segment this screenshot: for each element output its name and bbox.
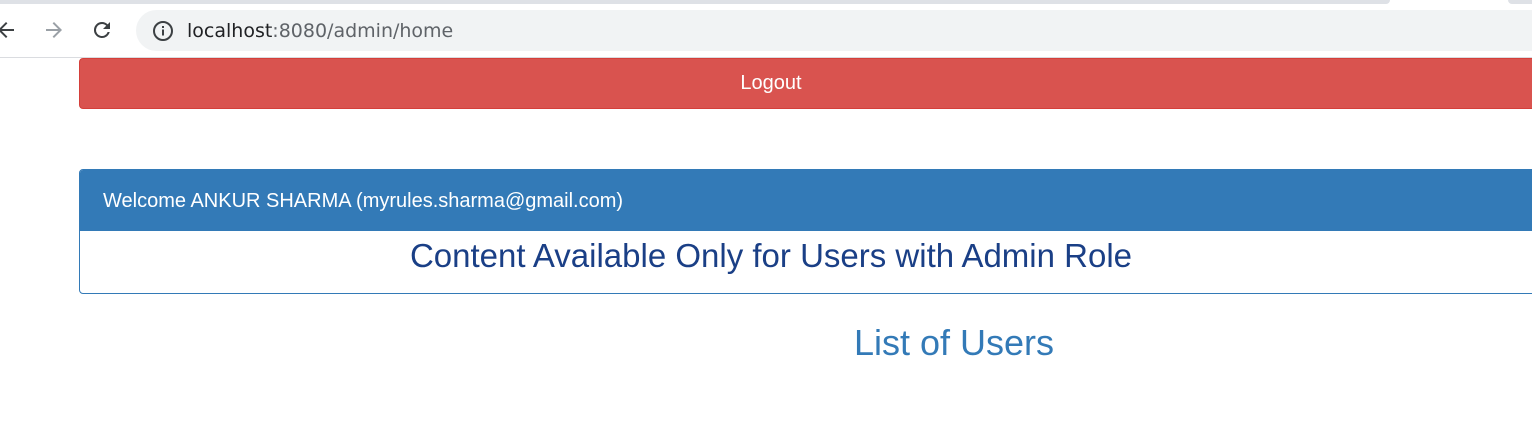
url-host: localhost — [187, 20, 273, 42]
info-icon[interactable] — [152, 20, 174, 42]
url-path: :8080/admin/home — [272, 20, 454, 42]
url-text[interactable]: localhost:8080/admin/home — [187, 19, 453, 43]
reload-icon — [90, 18, 114, 42]
logout-button[interactable]: Logout — [79, 58, 1532, 109]
reload-button[interactable] — [86, 14, 118, 46]
back-arrow-icon — [0, 18, 18, 42]
users-list-title: List of Users — [853, 322, 1055, 363]
back-button[interactable] — [0, 14, 22, 46]
welcome-panel: Welcome ANKUR SHARMA (myrules.sharma@gma… — [79, 169, 1532, 294]
tab-strip — [0, 0, 1390, 4]
forward-button[interactable] — [38, 14, 70, 46]
tab-strip-edge — [1508, 0, 1532, 4]
address-bar[interactable]: localhost:8080/admin/home — [136, 10, 1532, 51]
browser-toolbar: localhost:8080/admin/home — [0, 0, 1532, 58]
admin-content-text: Content Available Only for Users with Ad… — [409, 237, 1133, 274]
welcome-heading: Welcome ANKUR SHARMA (myrules.sharma@gma… — [80, 170, 1532, 231]
forward-arrow-icon — [42, 18, 66, 42]
